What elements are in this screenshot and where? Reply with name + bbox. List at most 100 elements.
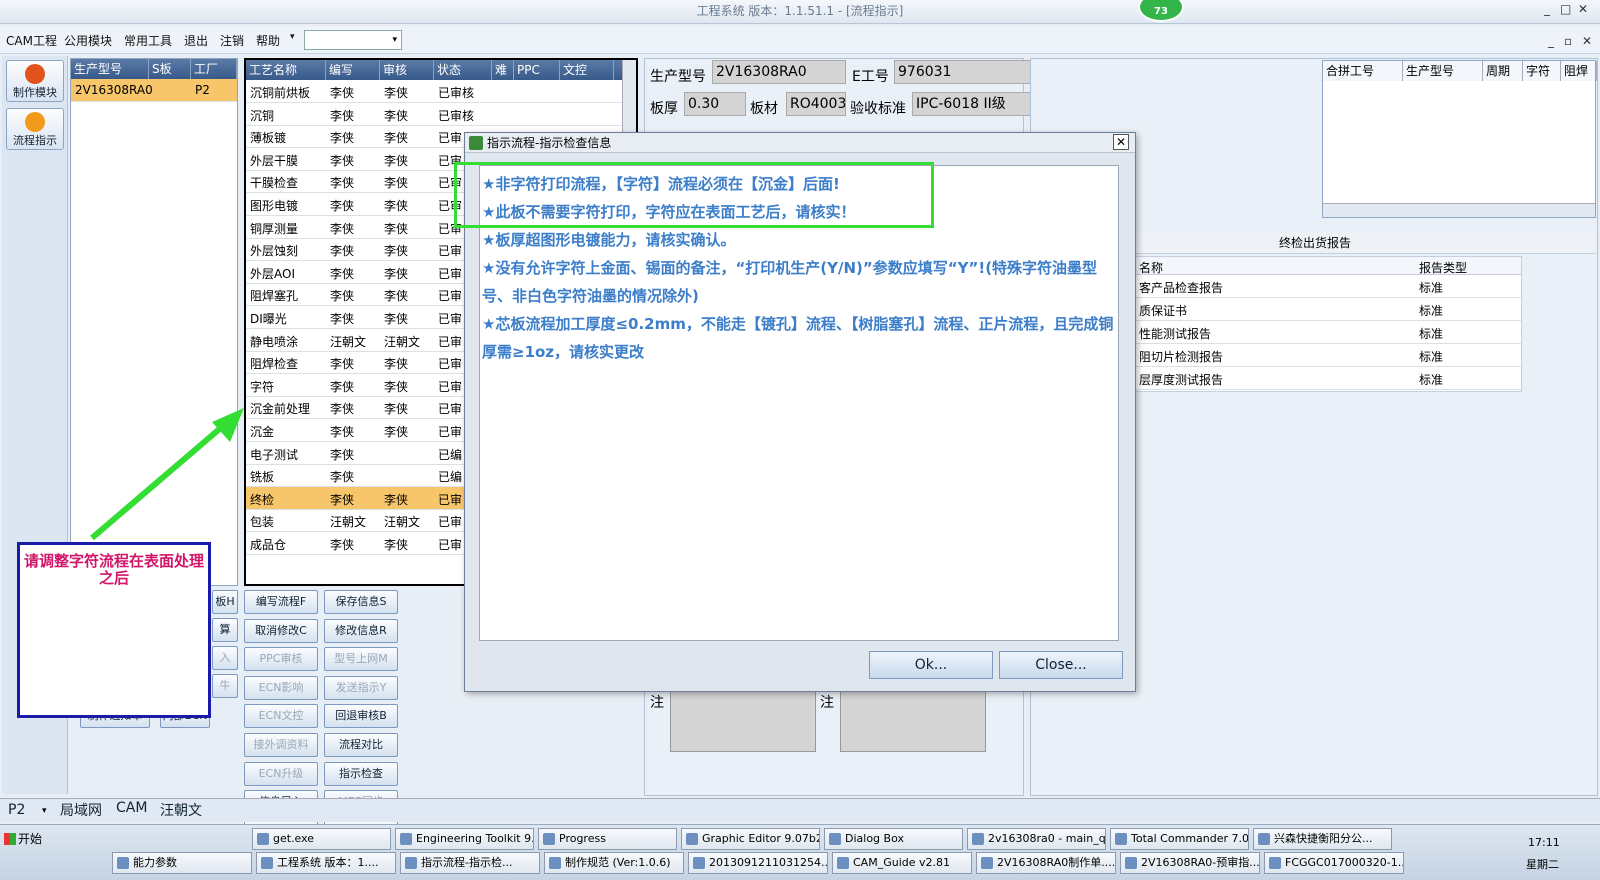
- taskbar-item[interactable]: Engineering Toolkit 9....: [395, 828, 534, 850]
- sidebar-item-process-guide[interactable]: 流程指示: [6, 108, 64, 150]
- col-mask[interactable]: 阻焊: [1561, 61, 1597, 81]
- menu-logout[interactable]: 注销: [220, 32, 244, 49]
- note-field-1[interactable]: [670, 690, 816, 752]
- menu-exit[interactable]: 退出: [184, 32, 208, 49]
- taskbar-item[interactable]: 指示流程-指示检...: [400, 852, 540, 874]
- col-doc[interactable]: 文控: [560, 60, 614, 80]
- table-cell: 李侠: [330, 86, 355, 100]
- eno-field[interactable]: 976031: [894, 60, 1036, 84]
- table-row[interactable]: 2V16308RA0 P2: [71, 79, 237, 102]
- menu-chevron-icon[interactable]: ▾: [290, 32, 295, 42]
- action-button[interactable]: 指示检查: [324, 761, 398, 786]
- col-reviewer[interactable]: 审核: [380, 60, 434, 80]
- table-cell: 李侠: [384, 86, 409, 100]
- fire-icon: [25, 64, 45, 84]
- table-cell: 李侠: [384, 131, 409, 146]
- action-button[interactable]: 入: [212, 646, 238, 670]
- menu-cam[interactable]: CAM工程: [6, 32, 57, 49]
- col-status[interactable]: 状态: [434, 60, 492, 80]
- minimize-icon[interactable]: _: [1544, 2, 1550, 16]
- menu-combo[interactable]: ▾: [304, 30, 402, 50]
- col-report-type[interactable]: 报告类型: [1419, 259, 1467, 276]
- taskbar-item[interactable]: 兴森快捷衡阳分公...: [1253, 828, 1392, 850]
- table-cell: 汪朝文: [330, 334, 367, 349]
- status-site[interactable]: P2: [8, 802, 25, 818]
- dialog-close-icon[interactable]: ✕: [1113, 134, 1129, 150]
- col-process[interactable]: 工艺名称: [246, 60, 326, 80]
- model-field[interactable]: 2V16308RA0: [712, 60, 846, 84]
- model-label: 生产型号: [650, 69, 706, 85]
- taskbar-item[interactable]: Graphic Editor 9.07b2...: [681, 828, 820, 850]
- action-button[interactable]: 编写流程F: [244, 590, 318, 614]
- col-difficulty[interactable]: 难: [492, 60, 514, 80]
- close-button[interactable]: Close...: [999, 651, 1123, 679]
- taskbar-item[interactable]: 能力参数: [112, 852, 252, 874]
- action-button[interactable]: 板H: [212, 590, 238, 614]
- table-cell: 铜厚测量: [250, 221, 299, 236]
- col-ppc[interactable]: PPC: [514, 60, 560, 80]
- status-chevron-icon[interactable]: ▾: [42, 806, 47, 816]
- taskbar-item[interactable]: 制作规范 (Ver:1.0.6): [544, 852, 684, 874]
- action-button[interactable]: 保存信息S: [324, 590, 398, 614]
- highlight-box: [454, 162, 934, 228]
- taskbar-item[interactable]: 工程系统 版本：1....: [256, 852, 396, 874]
- col-report-name[interactable]: 名称: [1139, 259, 1163, 276]
- action-button[interactable]: 修改信息R: [324, 618, 398, 643]
- maximize-icon[interactable]: □: [1560, 2, 1571, 16]
- taskbar-item[interactable]: 2013091211031254....: [688, 852, 828, 874]
- table-cell: 已审: [438, 379, 463, 394]
- action-button[interactable]: 流程对比: [324, 733, 398, 757]
- menu-help[interactable]: 帮助: [256, 32, 280, 49]
- note-field-2[interactable]: [840, 690, 986, 752]
- table-cell: 静电喷涂: [250, 334, 299, 349]
- ok-button[interactable]: Ok...: [869, 651, 993, 679]
- child-minimize-icon[interactable]: _: [1548, 34, 1554, 48]
- taskbar-item[interactable]: Dialog Box: [824, 828, 963, 850]
- child-close-icon[interactable]: ✕: [1582, 34, 1592, 48]
- col-model[interactable]: 生产型号: [71, 59, 149, 79]
- table-row[interactable]: 沉铜前烘板 李侠 李侠 已审核: [246, 80, 622, 103]
- taskbar-item-label: Graphic Editor 9.07b2...: [702, 832, 819, 845]
- action-button[interactable]: 牛: [212, 674, 238, 698]
- clock[interactable]: 17:11: [1528, 836, 1560, 849]
- table-cell: 李侠: [330, 221, 355, 236]
- taskbar-item-label: 2013091211031254....: [709, 856, 828, 869]
- taskbar-item[interactable]: Total Commander 7.0...: [1110, 828, 1249, 850]
- taskbar-item[interactable]: 2v16308ra0 - main_qa: [967, 828, 1106, 850]
- table-cell: 已审核: [438, 86, 475, 100]
- thickness-field[interactable]: 0.30: [684, 92, 746, 116]
- menu-common-modules[interactable]: 公用模块: [64, 32, 112, 49]
- action-button[interactable]: 回退审核B: [324, 704, 398, 729]
- taskbar-item[interactable]: CAM_Guide v2.81: [832, 852, 972, 874]
- sidebar-item-make-module[interactable]: 制作模块: [6, 60, 64, 102]
- statusbar: [0, 798, 1600, 822]
- message-4: ★没有允许字符上金面、锡面的备注，“打印机生产(Y/N)”参数应填写“Y”!(特…: [482, 259, 1098, 305]
- taskbar-item[interactable]: FCGGC017000320-1...: [1264, 852, 1404, 874]
- action-button[interactable]: 取消修改C: [244, 618, 318, 643]
- taskbar-item[interactable]: 2V16308RA0-预审指...: [1120, 852, 1260, 874]
- child-restore-icon[interactable]: ▫: [1564, 34, 1572, 48]
- taskbar-item[interactable]: 2V16308RA0制作单....: [976, 852, 1116, 874]
- taskbar-item[interactable]: Progress: [538, 828, 677, 850]
- col-period[interactable]: 周期: [1483, 61, 1523, 81]
- close-icon[interactable]: ✕: [1578, 2, 1588, 16]
- standard-field[interactable]: IPC-6018 II级: [912, 92, 1036, 116]
- col-merge-no[interactable]: 合拼工号: [1323, 61, 1403, 81]
- table-cell: 已编: [438, 470, 463, 485]
- horizontal-scrollbar[interactable]: [1323, 203, 1595, 217]
- menu-tools[interactable]: 常用工具: [124, 32, 172, 49]
- app-icon: [1258, 833, 1270, 845]
- col-factory[interactable]: 工厂: [191, 59, 237, 79]
- taskbar-item[interactable]: get.exe: [252, 828, 391, 850]
- table-cell: 李侠: [330, 402, 355, 417]
- action-button[interactable]: 算: [212, 618, 238, 642]
- col-s[interactable]: S板: [149, 59, 191, 79]
- material-field[interactable]: RO4003C: [786, 92, 846, 116]
- table-cell: 李侠: [330, 379, 355, 394]
- table-row[interactable]: 沉铜 李侠 李侠 已审核: [246, 103, 622, 126]
- col-writer[interactable]: 编写: [326, 60, 380, 80]
- table-cell: 李侠: [330, 470, 355, 485]
- start-button[interactable]: 开始: [2, 828, 52, 850]
- col-merge-model[interactable]: 生产型号: [1403, 61, 1483, 81]
- col-char[interactable]: 字符: [1523, 61, 1561, 81]
